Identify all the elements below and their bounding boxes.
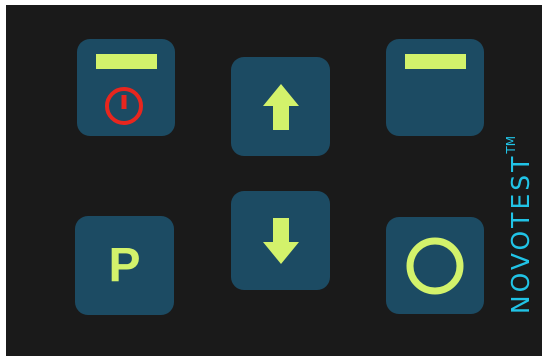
device-keypad-panel: P NOVOTESTTM xyxy=(6,5,542,356)
power-icon xyxy=(105,87,143,125)
menu-button[interactable] xyxy=(386,39,484,136)
circle-icon xyxy=(406,237,464,294)
arrow-up-icon xyxy=(262,83,299,130)
brand-name: NOVOTESTTM xyxy=(504,135,535,315)
brand-logo: NOVOTESTTM xyxy=(504,100,535,350)
indicator-bar xyxy=(96,54,157,69)
power-button[interactable] xyxy=(77,39,175,136)
arrow-down-icon xyxy=(262,217,299,264)
indicator-bar xyxy=(405,54,466,69)
ok-button[interactable] xyxy=(386,217,484,314)
print-button[interactable]: P xyxy=(75,216,174,315)
arrow-up-button[interactable] xyxy=(231,57,330,156)
trademark-mark: TM xyxy=(504,135,518,154)
arrow-down-button[interactable] xyxy=(231,191,330,290)
print-label: P xyxy=(108,238,141,292)
